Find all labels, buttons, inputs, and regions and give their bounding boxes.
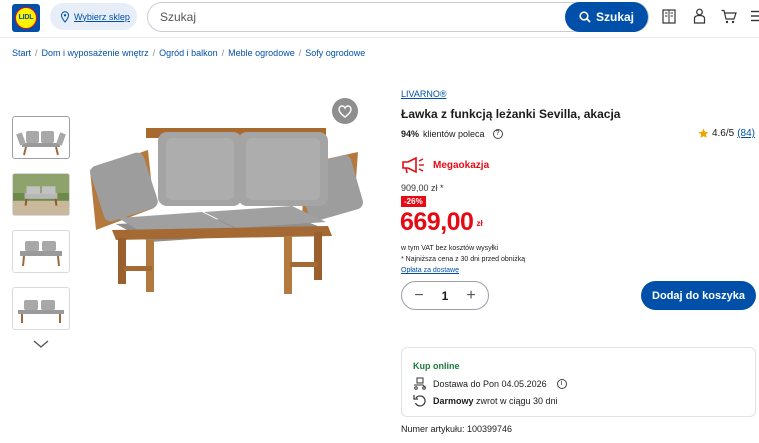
product-title: Ławka z funkcją leżanki Sevilla, akacja xyxy=(401,107,621,121)
breadcrumb-link-start[interactable]: Start xyxy=(12,48,31,58)
delivery-info-icon[interactable]: i xyxy=(556,378,567,389)
megaphone-icon xyxy=(402,156,424,174)
cart-icon[interactable] xyxy=(721,8,737,24)
search-bar: Szukaj xyxy=(147,2,649,32)
breadcrumb: Start / Dom i wyposażenie wnętrz / Ogród i… xyxy=(12,48,366,58)
thumbnail-bench-flat[interactable] xyxy=(12,230,70,273)
online-heading: Kup online xyxy=(413,361,460,371)
leaflet-icon[interactable] xyxy=(661,8,677,24)
choose-store-label: Wybierz sklep xyxy=(74,11,130,22)
menu-icon[interactable] xyxy=(751,8,759,24)
lidl-logo[interactable]: LIDL xyxy=(12,4,40,32)
breadcrumb-link-furniture[interactable]: Meble ogrodowe xyxy=(228,48,295,58)
rating-value: 4.6/5 xyxy=(711,128,735,139)
quantity-value[interactable]: 1 xyxy=(442,289,449,303)
delivery-row: Dostawa do Pon 04.05.2026 i xyxy=(413,377,567,390)
heart-icon xyxy=(338,104,352,118)
current-price: 669,00 zł xyxy=(400,207,483,237)
price-value: 669,00 xyxy=(400,208,474,236)
increase-quantity-button[interactable]: + xyxy=(464,287,478,304)
online-purchase-box: Kup online Dostawa do Pon 04.05.2026 i D… xyxy=(401,347,756,417)
return-text: zwrot w ciągu 30 dni xyxy=(476,395,558,406)
thumbnail-bench-front[interactable] xyxy=(12,116,70,159)
breadcrumb-link-garden[interactable]: Ogród i balkon xyxy=(159,48,218,58)
recommend-label: klientów poleca xyxy=(423,129,485,139)
article-number: Numer artykułu: 100399746 xyxy=(401,424,513,434)
thumbnail-bench-scene[interactable] xyxy=(12,173,70,216)
thumbnail-bench-side[interactable] xyxy=(12,287,70,330)
return-free-label: Darmowy xyxy=(433,395,474,406)
promo-badge: Megaokazja xyxy=(401,156,489,174)
return-icon xyxy=(413,395,426,407)
old-price: 909,00 zł * xyxy=(401,183,444,193)
header: LIDL Wybierz sklep Szukaj xyxy=(0,0,759,38)
promo-label: Megaokazja xyxy=(433,159,490,171)
recommend-percent: 94% xyxy=(401,129,420,139)
add-to-wishlist-button[interactable] xyxy=(332,98,358,124)
thumbnails-down-chevron-icon[interactable] xyxy=(33,335,49,353)
star-icon xyxy=(698,128,709,138)
info-icon[interactable]: ? xyxy=(492,129,503,139)
recommend-rate: 94% klientów poleca ? xyxy=(401,129,503,139)
lowest-price-note: * Najniższa cena z 30 dni przed obniżką xyxy=(401,256,526,263)
product-main-image[interactable] xyxy=(88,118,363,318)
quantity-stepper: − 1 + xyxy=(401,281,489,310)
return-row: Darmowy zwrot w ciągu 30 dni xyxy=(413,394,558,407)
search-button[interactable]: Szukaj xyxy=(565,2,648,32)
decrease-quantity-button[interactable]: − xyxy=(412,287,426,304)
price-currency: zł xyxy=(476,219,483,228)
discount-badge: -26% xyxy=(401,196,426,207)
account-icon[interactable] xyxy=(691,8,707,24)
vat-note: w tym VAT bez kosztów wysyłki xyxy=(401,245,499,252)
search-input[interactable] xyxy=(148,10,548,24)
choose-store-button[interactable]: Wybierz sklep xyxy=(50,3,137,30)
brand-link[interactable]: LIVARNO® xyxy=(401,89,446,99)
breadcrumb-link-sofas[interactable]: Sofy ogrodowe xyxy=(305,48,365,58)
delivery-truck-icon xyxy=(414,377,426,390)
product-rating[interactable]: 4.6/5 (84) xyxy=(698,128,755,139)
add-to-cart-button[interactable]: Dodaj do koszyka xyxy=(641,281,756,310)
breadcrumb-link-home[interactable]: Dom i wyposażenie wnętrz xyxy=(42,48,149,58)
thumbnail-list xyxy=(12,116,70,330)
delivery-fee-link[interactable]: Opłata za dostawę xyxy=(401,267,459,274)
delivery-date: Dostawa do Pon 04.05.2026 xyxy=(433,378,547,389)
location-pin-icon xyxy=(60,10,70,23)
rating-count-link[interactable]: (84) xyxy=(737,128,755,139)
search-icon xyxy=(579,11,591,23)
